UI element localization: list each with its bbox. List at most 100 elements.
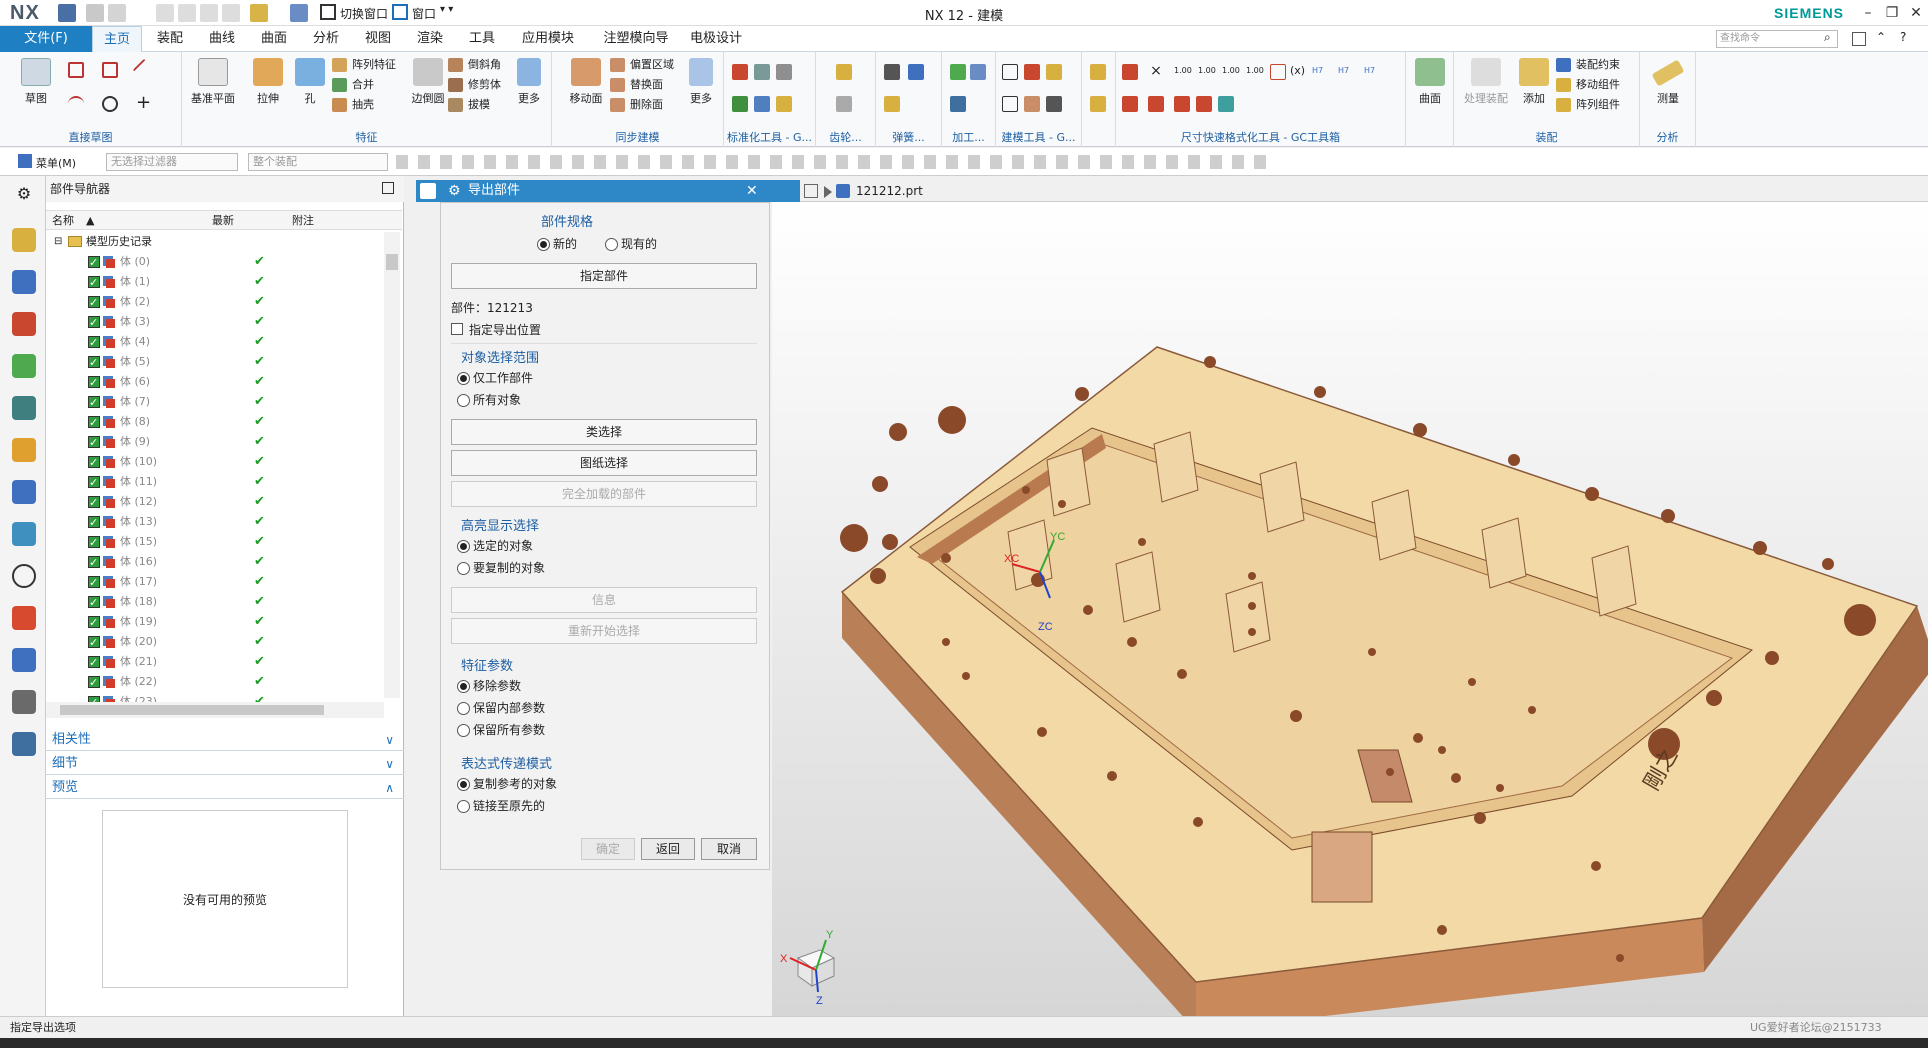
ok-button[interactable]: 确定 (581, 838, 635, 860)
dim-label-4[interactable]: 1.00 (1246, 66, 1264, 75)
restore-icon[interactable]: ❐ (1880, 2, 1904, 24)
draft-button[interactable]: 拔模 (448, 96, 490, 114)
visibility-checkbox[interactable] (88, 453, 100, 473)
circle-icon[interactable] (102, 96, 118, 112)
visibility-checkbox[interactable] (88, 493, 100, 513)
navigator-vscrollbar[interactable] (384, 232, 400, 698)
part-spec-new-radio[interactable]: 新的 (537, 235, 577, 253)
hole-button[interactable]: 孔 (290, 58, 330, 106)
dim-label-3[interactable]: 1.00 (1222, 66, 1240, 75)
assembly-constraint-button[interactable]: 装配约束 (1556, 56, 1620, 74)
visibility-checkbox[interactable] (88, 293, 100, 313)
tab-options-icon[interactable] (804, 184, 818, 198)
constraint-navigator-icon[interactable] (12, 270, 36, 294)
part-spec-existing-radio[interactable]: 现有的 (605, 235, 657, 253)
scope-work-part-only-radio[interactable]: 仅工作部件 (457, 369, 533, 387)
standard-tool-6-icon[interactable] (776, 96, 792, 112)
standard-tool-5-icon[interactable] (754, 96, 770, 112)
navigator-row[interactable]: 体 (2) ✔ (46, 292, 386, 313)
navigator-row[interactable]: 体 (0) ✔ (46, 252, 386, 273)
column-note[interactable]: 附注 (292, 211, 314, 231)
modeling-tool-1-icon[interactable] (1002, 64, 1018, 80)
visibility-checkbox[interactable] (88, 533, 100, 553)
pattern-feature-button[interactable]: 阵列特征 (332, 56, 396, 74)
fit-label-1[interactable]: H7 (1312, 66, 1323, 75)
tab-electrode-design[interactable]: 电极设计 (686, 26, 746, 52)
move-component-button[interactable]: 移动组件 (1556, 76, 1620, 94)
back-button[interactable]: 返回 (641, 838, 695, 860)
system-scene-icon[interactable] (12, 732, 36, 756)
web-browser-icon[interactable] (12, 438, 36, 462)
tab-application[interactable]: 应用模块 (512, 26, 584, 52)
sort-ascending-icon[interactable]: ▲ (86, 211, 94, 231)
gear-tool-2-icon[interactable] (836, 96, 852, 112)
navigator-row[interactable]: 体 (21) ✔ (46, 652, 386, 673)
move-face-button[interactable]: 移动面 (564, 58, 608, 106)
process-studio-icon[interactable] (12, 606, 36, 630)
link-original-radio[interactable]: 链接至原先的 (457, 797, 545, 815)
navigator-row[interactable]: 体 (12) ✔ (46, 492, 386, 513)
help-icon[interactable]: ? (1900, 30, 1906, 44)
specify-export-location-checkbox[interactable]: 指定导出位置 (451, 321, 541, 338)
vscroll-thumb[interactable] (386, 254, 398, 270)
collapse-ribbon-icon[interactable]: ⌃ (1876, 30, 1886, 44)
chamfer-button[interactable]: 倒斜角 (448, 56, 501, 74)
visibility-checkbox[interactable] (88, 653, 100, 673)
measure-button[interactable]: 测量 (1648, 58, 1688, 106)
modeling-tool-4-icon[interactable] (1002, 96, 1018, 112)
keep-all-params-radio[interactable]: 保留所有参数 (457, 721, 545, 739)
navigator-row[interactable]: 体 (9) ✔ (46, 432, 386, 453)
pattern-component-button[interactable]: 阵列组件 (1556, 96, 1620, 114)
visibility-checkbox[interactable] (88, 593, 100, 613)
navigator-row[interactable]: 体 (8) ✔ (46, 412, 386, 433)
search-icon[interactable]: ⌕ (1824, 30, 1831, 45)
tab-surface[interactable]: 曲面 (252, 26, 296, 52)
close-icon[interactable]: ✕ (1904, 2, 1928, 24)
section-preview[interactable]: 预览 ∧ (46, 777, 404, 799)
part-file-tab[interactable]: 121212.prt (856, 180, 923, 202)
menu-icon[interactable] (18, 154, 32, 168)
tab-home[interactable]: 主页 (92, 26, 142, 52)
cancel-button[interactable]: 取消 (701, 838, 757, 860)
collapse-icon[interactable]: ⊟ (54, 232, 62, 252)
column-latest[interactable]: 最新 (212, 211, 234, 231)
modeling-tool-3-icon[interactable] (1046, 64, 1062, 80)
reuse-library-icon[interactable] (12, 354, 36, 378)
fit-label-3[interactable]: H7 (1364, 66, 1375, 75)
command-search-input[interactable]: 查找命令 (1716, 30, 1838, 48)
modeling-tool-5-icon[interactable] (1024, 96, 1040, 112)
remove-params-radio[interactable]: 移除参数 (457, 677, 521, 695)
navigator-row[interactable]: 体 (4) ✔ (46, 332, 386, 353)
fully-loaded-parts-button[interactable]: 完全加载的部件 (451, 481, 757, 507)
dimension-box-x-icon[interactable] (1270, 64, 1286, 80)
tree-root[interactable]: ⊟ 模型历史记录 (46, 232, 386, 252)
drawing-selection-button[interactable]: 图纸选择 (451, 450, 757, 476)
restart-selection-button[interactable]: 重新开始选择 (451, 618, 757, 644)
dimension-paren-x-icon[interactable]: (x) (1290, 64, 1306, 80)
gear-tool-1-icon[interactable] (836, 64, 852, 80)
delete-face-button[interactable]: 删除面 (610, 96, 663, 114)
tab-curve[interactable]: 曲线 (200, 26, 244, 52)
profile-icon[interactable] (68, 62, 84, 78)
surface-button[interactable]: 曲面 (1410, 58, 1450, 106)
navigator-row[interactable]: 体 (16) ✔ (46, 552, 386, 573)
dimension-x-icon[interactable]: × (1148, 64, 1164, 80)
line-icon[interactable] (132, 58, 156, 82)
modeling-tool-6-icon[interactable] (1046, 96, 1062, 112)
class-selection-button[interactable]: 类选择 (451, 419, 757, 445)
extrude-button[interactable]: 拉伸 (248, 58, 288, 106)
visibility-checkbox[interactable] (88, 273, 100, 293)
rectangle-icon[interactable] (102, 62, 118, 78)
highlight-to-copy-radio[interactable]: 要复制的对象 (457, 559, 545, 577)
clock-icon[interactable] (12, 564, 36, 588)
scope-all-objects-radio[interactable]: 所有对象 (457, 391, 521, 409)
point-icon[interactable]: + (136, 94, 152, 112)
spring-tool-1-icon[interactable] (884, 64, 900, 80)
assembly-navigator-icon[interactable] (12, 228, 36, 252)
visibility-checkbox[interactable] (88, 553, 100, 573)
manufacturing-wizard-icon[interactable] (12, 648, 36, 672)
dimension-tool-9-icon[interactable] (1218, 96, 1234, 112)
standard-tool-1-icon[interactable] (732, 64, 748, 80)
dim-label-2[interactable]: 1.00 (1198, 66, 1216, 75)
misc-tool-1-icon[interactable] (1090, 64, 1106, 80)
